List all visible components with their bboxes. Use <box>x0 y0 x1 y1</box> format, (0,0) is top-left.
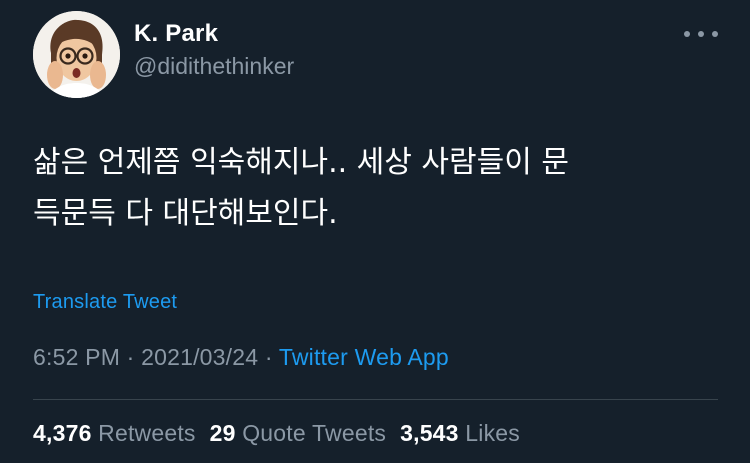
author-display-name[interactable]: K. Park <box>134 20 218 48</box>
divider <box>33 399 718 400</box>
more-options-icon[interactable] <box>684 26 718 42</box>
quote-tweets-label: Quote Tweets <box>235 420 387 446</box>
quote-tweets-count: 29 <box>209 420 236 446</box>
more-dot <box>698 31 704 37</box>
likes-label: Likes <box>458 420 520 446</box>
retweets-count: 4,376 <box>33 420 92 446</box>
avatar[interactable] <box>33 11 120 98</box>
tweet-metadata: 6:52 PM · 2021/03/24 · Twitter Web App <box>33 344 449 371</box>
tweet-date[interactable]: 2021/03/24 <box>141 344 258 370</box>
tweet-detail: K. Park @didithethinker 삶은 언제쯤 익숙해지나.. 세… <box>0 0 750 463</box>
tweet-text: 삶은 언제쯤 익숙해지나.. 세상 사람들이 문득문득 다 대단해보인다. <box>33 137 723 239</box>
memoji-face-icon <box>33 11 120 98</box>
more-dot <box>684 31 690 37</box>
translate-tweet-link[interactable]: Translate Tweet <box>33 291 177 314</box>
tweet-text-line: 득문득 다 대단해보인다. <box>33 196 338 231</box>
tweet-text-line: 삶은 언제쯤 익숙해지나.. 세상 사람들이 문 <box>33 145 569 180</box>
more-dot <box>712 31 718 37</box>
meta-separator: · <box>120 344 142 370</box>
likes-stat[interactable]: 3,543 Likes <box>400 420 520 446</box>
tweet-stats: 4,376 Retweets 29 Quote Tweets 3,543 Likes <box>33 420 534 447</box>
likes-count: 3,543 <box>400 420 459 446</box>
tweet-time[interactable]: 6:52 PM <box>33 344 120 370</box>
tweet-source-link[interactable]: Twitter Web App <box>279 344 449 370</box>
retweets-label: Retweets <box>91 420 196 446</box>
author-handle[interactable]: @didithethinker <box>134 53 294 80</box>
retweets-stat[interactable]: 4,376 Retweets <box>33 420 196 446</box>
quote-tweets-stat[interactable]: 29 Quote Tweets <box>210 420 386 446</box>
meta-separator: · <box>258 344 279 370</box>
